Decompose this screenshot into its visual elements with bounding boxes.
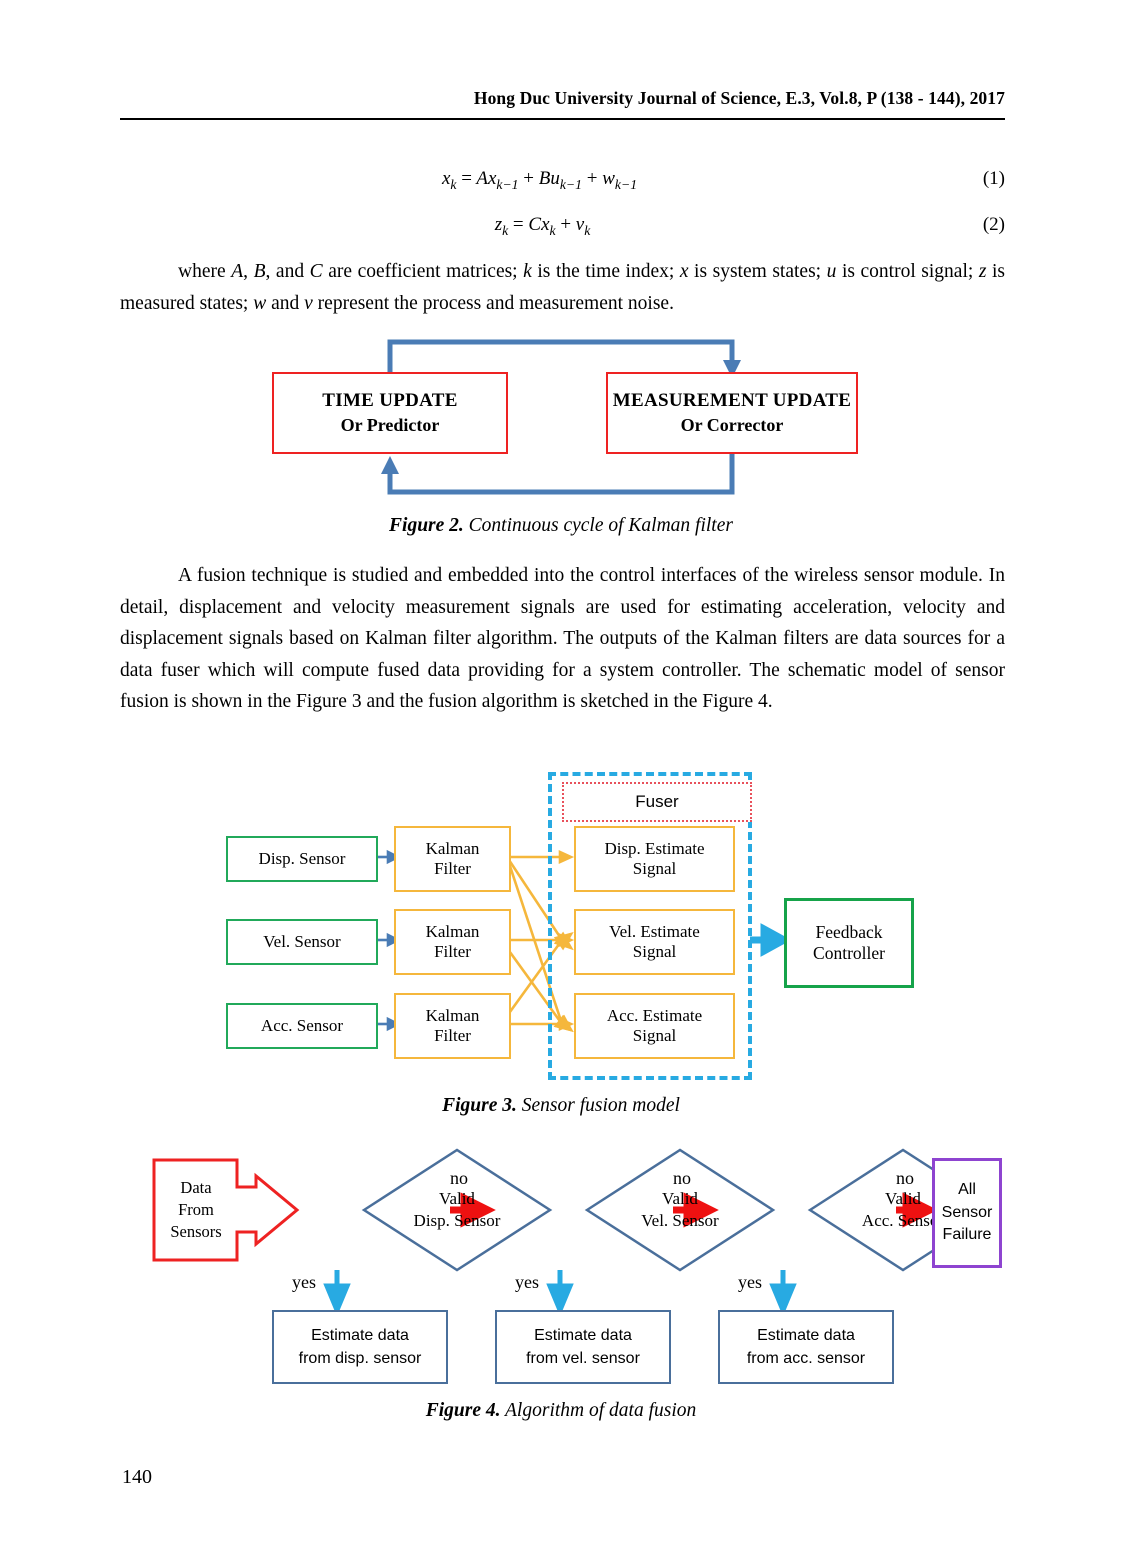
equation-1-number: (1) xyxy=(982,168,1005,189)
figure-2-caption: Figure 2. Continuous cycle of Kalman fil… xyxy=(0,515,1122,537)
figure4-outcome-disp-line2: from disp. sensor xyxy=(298,1350,422,1367)
figure4-outcome-disp-line1: Estimate data xyxy=(311,1326,409,1344)
figure-4-data-fusion-algorithm: Data From Sensors Valid Disp. Sensor Val… xyxy=(132,1132,1002,1392)
figure4-edge-label-yes-1: yes xyxy=(292,1272,316,1292)
figure3-kalman-filter-disp-line1: Kalman xyxy=(425,838,480,858)
figure4-source-line3: Sensors xyxy=(170,1222,222,1242)
figure3-kalman-filter-vel: Kalman Filter xyxy=(394,909,511,975)
figure-3-caption-label: Figure 3. xyxy=(442,1095,517,1116)
figure4-outcome-disp: Estimate data from disp. sensor xyxy=(272,1310,448,1384)
figure4-all-sensor-failure-line2: Sensor xyxy=(941,1203,993,1221)
equation-2: zk = Cxk + vk (2) xyxy=(120,214,1005,239)
figure3-estimate-acc-line1: Acc. Estimate xyxy=(606,1005,703,1025)
figure-3-caption-text: Sensor fusion model xyxy=(516,1095,680,1116)
running-header-text: Hong Duc University Journal of Science, … xyxy=(473,88,1005,108)
figure-3-sensor-fusion-model: Disp. Sensor Vel. Sensor Acc. Sensor Kal… xyxy=(222,768,922,1088)
figure4-edge-label-yes-2: yes xyxy=(515,1272,539,1292)
figure4-edge-label-yes-3: yes xyxy=(738,1272,762,1292)
figure3-sensor-disp: Disp. Sensor xyxy=(226,836,378,882)
figure4-source-line1: Data xyxy=(180,1177,212,1197)
figure4-decision-disp-line2: Disp. Sensor xyxy=(413,1211,501,1230)
figure3-sensor-vel: Vel. Sensor xyxy=(226,919,378,965)
figure3-sensor-acc: Acc. Sensor xyxy=(226,1003,378,1049)
figure4-edge-label-no-3: no xyxy=(896,1168,914,1188)
figure4-decision-vel-line1: Valid xyxy=(662,1188,698,1208)
equation-1-body: xk = Axk−1 + Buk−1 + wk−1 xyxy=(441,168,638,192)
figure4-all-sensor-failure-line1: All xyxy=(958,1180,976,1198)
figure-2-caption-label: Figure 2. xyxy=(389,515,464,536)
figure4-decision-disp-line1: Valid xyxy=(439,1188,475,1208)
figure4-decision-vel-line2: Vel. Sensor xyxy=(641,1211,719,1230)
figure3-estimate-disp-line1: Disp. Estimate xyxy=(604,838,705,858)
figure4-outcome-vel: Estimate data from vel. sensor xyxy=(495,1310,671,1384)
figure4-all-sensor-failure: All Sensor Failure xyxy=(932,1158,1002,1268)
figure3-kalman-filter-vel-line2: Filter xyxy=(434,942,471,961)
figure3-kalman-filter-disp: Kalman Filter xyxy=(394,826,511,892)
figure4-outcome-acc-line2: from acc. sensor xyxy=(746,1350,866,1367)
figure4-edge-label-no-2: no xyxy=(673,1168,691,1188)
figure-4-caption-text: Algorithm of data fusion xyxy=(500,1400,697,1421)
figure3-kalman-filter-disp-line2: Filter xyxy=(434,859,471,878)
figure3-estimate-vel: Vel. Estimate Signal xyxy=(574,909,735,975)
equation-2-number: (2) xyxy=(982,214,1005,235)
figure3-kalman-filter-acc: Kalman Filter xyxy=(394,993,511,1059)
figure4-source-line2: From xyxy=(178,1199,214,1219)
figure4-outcome-acc: Estimate data from acc. sensor xyxy=(718,1310,894,1384)
figure3-fuser-label: Fuser xyxy=(635,791,679,811)
paragraph-fusion: A fusion technique is studied and embedd… xyxy=(120,560,1005,718)
figure4-edge-label-no-1: no xyxy=(450,1168,468,1188)
page-number: 140 xyxy=(122,1466,152,1488)
figure2-box-measurement-update-line2: Or Corrector xyxy=(680,414,784,435)
figure-4-caption: Figure 4. Algorithm of data fusion xyxy=(0,1400,1122,1422)
figure3-estimate-disp-line2: Signal xyxy=(632,859,677,878)
figure3-sensor-vel-label: Vel. Sensor xyxy=(263,931,341,951)
header-divider xyxy=(120,118,1005,120)
figure3-sensor-acc-label: Acc. Sensor xyxy=(260,1015,344,1035)
figure2-box-measurement-update: MEASUREMENT UPDATE Or Corrector xyxy=(606,372,858,454)
figure4-source-data-from-sensors: Data From Sensors xyxy=(154,1160,238,1260)
figure3-estimate-acc-line2: Signal xyxy=(632,1026,677,1045)
equation-2-body: zk = Cxk + vk xyxy=(494,214,591,238)
running-header: Hong Duc University Journal of Science, … xyxy=(120,88,1005,109)
figure4-outcome-vel-line1: Estimate data xyxy=(534,1326,632,1344)
figure3-feedback-controller-line2: Controller xyxy=(813,943,885,963)
figure3-kalman-filter-vel-line1: Kalman xyxy=(425,921,480,941)
figure-4-caption-label: Figure 4. xyxy=(425,1400,501,1421)
figure-2-caption-text: Continuous cycle of Kalman filter xyxy=(463,515,733,536)
paragraph-fusion-text: A fusion technique is studied and embedd… xyxy=(120,565,1005,713)
figure3-estimate-vel-line2: Signal xyxy=(632,942,677,961)
equation-1: xk = Axk−1 + Buk−1 + wk−1 (1) xyxy=(120,168,1005,193)
figure3-kalman-filter-acc-line1: Kalman xyxy=(425,1005,480,1025)
figure-2-kalman-cycle: TIME UPDATE Or Predictor MEASUREMENT UPD… xyxy=(262,330,862,505)
figure3-estimate-acc: Acc. Estimate Signal xyxy=(574,993,735,1059)
figure-3-caption: Figure 3. Sensor fusion model xyxy=(0,1095,1122,1117)
paragraph-where-text: where A, B, and C are coefficient matric… xyxy=(120,261,1006,314)
figure2-box-time-update-line1: TIME UPDATE xyxy=(322,390,458,412)
figure3-kalman-filter-acc-line2: Filter xyxy=(434,1026,471,1045)
figure2-box-measurement-update-line1: MEASUREMENT UPDATE xyxy=(612,390,852,412)
figure3-feedback-controller: Feedback Controller xyxy=(784,898,914,988)
figure3-fuser-label-box: Fuser xyxy=(562,782,752,822)
figure4-outcome-vel-line2: from vel. sensor xyxy=(526,1350,640,1367)
figure2-box-time-update-line2: Or Predictor xyxy=(340,414,440,435)
figure3-estimate-vel-line1: Vel. Estimate xyxy=(609,921,700,941)
figure3-sensor-disp-label: Disp. Sensor xyxy=(258,848,346,868)
figure4-decision-acc-line1: Valid xyxy=(885,1188,921,1208)
figure4-all-sensor-failure-line3: Failure xyxy=(942,1226,992,1244)
figure2-box-time-update: TIME UPDATE Or Predictor xyxy=(272,372,508,454)
figure3-estimate-disp: Disp. Estimate Signal xyxy=(574,826,735,892)
paragraph-where-clause: where A, B, and C are coefficient matric… xyxy=(120,256,1005,319)
figure4-outcome-acc-line1: Estimate data xyxy=(757,1326,855,1344)
figure3-feedback-controller-line1: Feedback xyxy=(815,922,883,942)
